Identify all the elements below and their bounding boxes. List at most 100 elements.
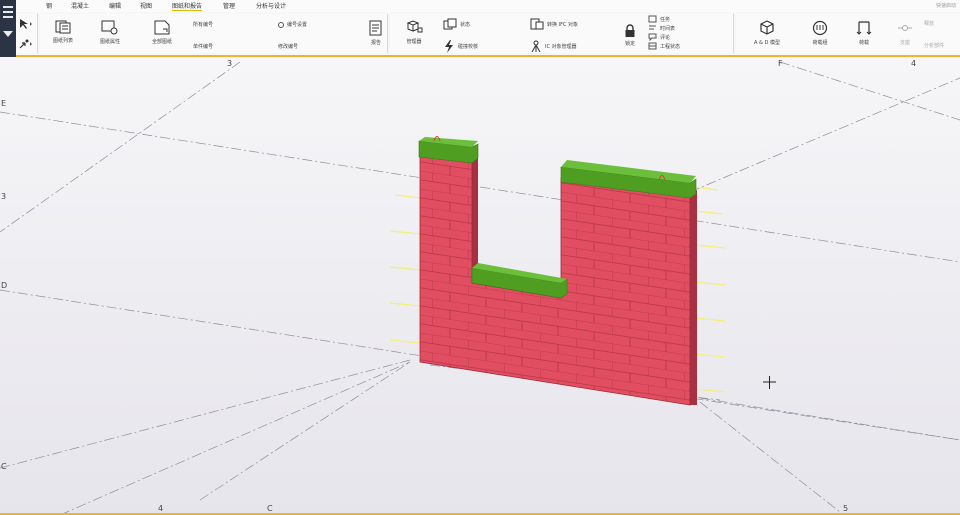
wall-side-face (690, 190, 697, 405)
project-status-button[interactable]: 工程状态 (648, 42, 680, 50)
single-part-label: 单件编号 (193, 44, 214, 50)
model-canvas[interactable]: 3 F 4 E 3 D C 4 C 5 (0, 57, 960, 515)
tab-analysis-design[interactable]: 分析与设计 (256, 1, 286, 10)
support-icon (898, 25, 912, 31)
drawing-properties-icon (101, 20, 118, 35)
grid-label: E (1, 99, 6, 108)
loads-label: 荷载 (858, 40, 869, 46)
modify-numbering-button[interactable]: 修改编号 (278, 43, 298, 50)
select-arrow-icon[interactable] (19, 18, 33, 30)
release-label: 释放 (924, 21, 935, 27)
tab-edit[interactable]: 编辑 (109, 1, 121, 10)
report-icon (369, 20, 382, 36)
management-group: 管理器 状态 碰撞校核 转换 IFC 对象 IC 对象管理器 锁定 任务 时间表… (390, 14, 734, 53)
ad-model-button[interactable]: A & D 模型 (752, 20, 782, 46)
tekla-window: 钢 混凝土 编辑 视图 图纸和报告 管理 分析与设计 快速启动 图纸列表 图纸属… (0, 0, 960, 515)
grid-label: F (778, 59, 783, 68)
comment-icon (648, 33, 657, 41)
tasks-button[interactable]: 任务 (648, 15, 670, 23)
tab-view[interactable]: 视图 (140, 1, 152, 10)
scheduler-label: 时间表 (660, 25, 676, 32)
clash-check-label: 碰撞校核 (458, 44, 479, 50)
organizer-button[interactable]: 管理器 (400, 20, 428, 45)
grid-label: 3 (227, 59, 232, 68)
ifc-management-label: IC 对象管理器 (545, 43, 577, 50)
load-icon (856, 21, 872, 35)
quick-launch-input[interactable]: 快速启动 (936, 2, 956, 9)
lock-label: 锁定 (624, 41, 635, 47)
menu-icon-line (3, 11, 13, 13)
status-button[interactable]: 状态 (443, 18, 470, 30)
project-status-label: 工程状态 (660, 43, 681, 50)
tab-steel[interactable]: 钢 (46, 1, 52, 10)
convert-ifc-button[interactable]: 转换 IFC 对象 (530, 18, 578, 30)
ifc-convert-icon (530, 18, 544, 30)
support-label: 支座 (899, 40, 910, 46)
modify-numbering-label: 修改编号 (278, 44, 299, 50)
load-groups-label: 荷载组 (812, 40, 828, 46)
cube-icon (760, 20, 774, 35)
numbering-x-label: 所有编号 (193, 22, 214, 28)
scheduler-icon (649, 25, 656, 30)
general-drawing-icon (154, 20, 170, 35)
clash-check-button[interactable]: 碰撞校核 (443, 40, 478, 53)
analysis-part-button[interactable]: 分析部件 (924, 42, 944, 49)
grid-label: C (267, 504, 273, 513)
lock-icon (625, 24, 635, 37)
status-icon (443, 18, 457, 30)
drawing-list-label: 图纸列表 (52, 38, 73, 44)
select-group (16, 14, 38, 53)
numbering-settings-button[interactable]: 编号设置 (278, 21, 307, 28)
project-status-icon (648, 42, 657, 50)
organizer-label: 管理器 (406, 39, 422, 45)
drawings-group: 图纸列表 图纸属性 全部图纸 所有编号 单件编号 编号设置 修改编号 报告 (40, 14, 388, 53)
ad-model-label: A & D 模型 (754, 40, 780, 46)
grid-label: D (1, 281, 7, 290)
tab-concrete[interactable]: 混凝土 (71, 1, 89, 10)
numbering-x-button[interactable]: 所有编号 (193, 21, 213, 28)
organizer-icon (406, 20, 423, 33)
chevron-down-icon[interactable] (3, 31, 13, 37)
general-drawing-label: 全部图纸 (151, 39, 172, 45)
general-drawing-button[interactable]: 全部图纸 (145, 20, 179, 45)
reports-button[interactable]: 报告 (366, 20, 386, 46)
lock-button[interactable]: 锁定 (622, 24, 638, 47)
convert-ifc-label: 转换 IFC 对象 (547, 21, 579, 28)
file-menu[interactable] (0, 0, 16, 57)
drawing-properties-button[interactable]: 图纸属性 (95, 20, 125, 45)
menu-icon-line (3, 16, 13, 18)
tasks-label: 任务 (660, 16, 671, 23)
load-groups-button[interactable]: 荷载组 (808, 20, 832, 46)
drawing-list-button[interactable]: 图纸列表 (48, 20, 78, 44)
menu-icon[interactable] (3, 6, 13, 8)
model-view[interactable]: 3 F 4 E 3 D C 4 C 5 (0, 57, 960, 515)
single-part-button[interactable]: 单件编号 (193, 43, 213, 50)
grid-label: 4 (158, 504, 163, 513)
grid-label: 5 (843, 504, 848, 513)
loads-button[interactable]: 荷载 (854, 20, 874, 46)
analysis-group: A & D 模型 荷载组 荷载 支座 释放 分析部件 (736, 14, 960, 53)
tab-drawings-reports[interactable]: 图纸和报告 (172, 1, 203, 11)
scheduler-button[interactable]: 时间表 (648, 24, 675, 32)
drawing-properties-label: 图纸属性 (99, 39, 120, 45)
grid-label: 3 (1, 192, 6, 201)
tab-manage[interactable]: 管理 (223, 1, 235, 10)
comments-button[interactable]: 评论 (648, 33, 670, 41)
ifc-management-button[interactable]: IC 对象管理器 (530, 40, 577, 52)
reports-label: 报告 (370, 40, 381, 46)
notch-side-face (472, 154, 478, 275)
gear-icon (278, 21, 284, 28)
ribbon-tabs: 钢 混凝土 编辑 视图 图纸和报告 管理 分析与设计 快速启动 (16, 0, 960, 12)
tasks-icon (648, 15, 657, 23)
grid-label: 4 (911, 59, 916, 68)
ribbon: 图纸列表 图纸属性 全部图纸 所有编号 单件编号 编号设置 修改编号 报告 管理… (16, 12, 960, 57)
drawing-list-icon (55, 20, 71, 34)
release-button[interactable]: 释放 (924, 20, 934, 27)
surveyor-icon (531, 40, 541, 52)
lightning-icon (445, 40, 453, 53)
snap-icon[interactable] (19, 38, 33, 50)
comments-label: 评论 (660, 34, 671, 41)
numbering-settings-label: 编号设置 (287, 22, 308, 28)
crosshair-cursor (763, 376, 776, 389)
support-button[interactable]: 支座 (896, 20, 914, 46)
